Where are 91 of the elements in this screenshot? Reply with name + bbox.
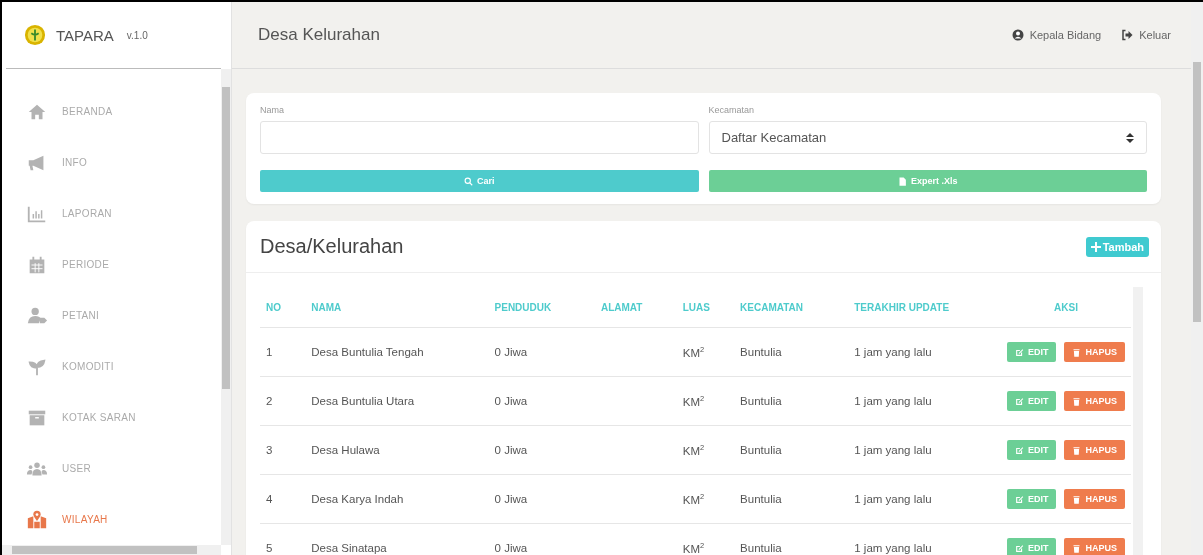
table-cell: 1 jam yang lalu xyxy=(848,474,1001,524)
user-link[interactable]: Kepala Bidang xyxy=(1011,29,1102,41)
table-cell: 1 xyxy=(260,327,306,377)
table-cell: 4 xyxy=(260,474,306,524)
name-field[interactable] xyxy=(260,121,699,154)
user-icon xyxy=(1011,29,1024,41)
column-header: TERAKHIR UPDATE xyxy=(848,287,1001,328)
page-title: Desa Kelurahan xyxy=(258,25,381,45)
search-button[interactable]: Cari xyxy=(260,170,699,192)
table-cell: Buntulia xyxy=(734,425,849,475)
table-cell: KM$^{2}$ xyxy=(676,523,735,555)
delete-button[interactable]: HAPUS xyxy=(1064,538,1125,555)
sidebar-item[interactable]: PETANI xyxy=(2,290,221,341)
sort-caret-icon xyxy=(1126,132,1134,143)
scrollbar[interactable] xyxy=(221,69,231,545)
search-icon xyxy=(464,176,473,186)
add-button[interactable]: Tambah xyxy=(1085,236,1149,257)
table-cell: Desa Sinatapa xyxy=(305,523,489,555)
trash-icon xyxy=(1072,543,1082,553)
table-cell: Buntulia xyxy=(734,474,849,524)
delete-button[interactable]: HAPUS xyxy=(1064,391,1125,411)
district-select[interactable]: Daftar Kecamatan xyxy=(708,121,1147,154)
trash-icon xyxy=(1072,494,1082,504)
sidebar-item[interactable]: USER xyxy=(2,443,221,494)
column-header: LUAS xyxy=(676,287,735,328)
edit-button[interactable]: EDIT xyxy=(1006,489,1057,509)
sidebar-item[interactable]: INFO xyxy=(2,137,221,188)
column-header: AKSI xyxy=(1000,287,1131,328)
delete-button[interactable]: HAPUS xyxy=(1064,342,1125,362)
trash-icon xyxy=(1072,396,1082,406)
field-label: Nama xyxy=(260,105,285,115)
table-cell: Buntulia xyxy=(734,376,849,426)
column-header: PENDUDUK xyxy=(488,287,595,328)
export-button[interactable]: Expert .Xls xyxy=(708,170,1147,192)
table-cell: Desa Buntulia Tengah xyxy=(305,327,489,377)
table-cell: 1 jam yang lalu xyxy=(848,425,1001,475)
logout-link[interactable]: Keluar xyxy=(1121,29,1171,41)
sidebar-item[interactable]: KOMODITI xyxy=(2,341,221,392)
table-cell: 0 Jiwa xyxy=(488,523,595,555)
table-cell: 5 xyxy=(260,523,306,555)
delete-button[interactable]: HAPUS xyxy=(1064,489,1125,509)
table-cell: 1 jam yang lalu xyxy=(848,523,1001,555)
column-header: ALAMAT xyxy=(594,287,677,328)
edit-icon xyxy=(1014,445,1024,455)
scrollbar[interactable] xyxy=(1191,2,1203,555)
app-name: TAPARA xyxy=(56,26,114,44)
sidebar-item[interactable]: WILAYAH xyxy=(2,494,221,545)
table-title: Desa/Kelurahan xyxy=(260,235,404,258)
edit-button[interactable]: EDIT xyxy=(1006,391,1057,411)
table-cell: 1 jam yang lalu xyxy=(848,376,1001,426)
delete-button[interactable]: HAPUS xyxy=(1064,440,1125,460)
edit-icon xyxy=(1014,494,1024,504)
table-cell: 0 Jiwa xyxy=(488,376,595,426)
table-cell: 1 jam yang lalu xyxy=(848,327,1001,377)
table-cell: 0 Jiwa xyxy=(488,474,595,524)
trash-icon xyxy=(1072,347,1082,357)
plus-icon xyxy=(1090,241,1101,252)
table-cell: KM$^{2}$ xyxy=(676,474,735,524)
table-cell: KM$^{2}$ xyxy=(676,425,735,475)
table-cell: 0 Jiwa xyxy=(488,425,595,475)
sidebar-item[interactable]: LAPORAN xyxy=(2,188,221,239)
edit-icon xyxy=(1014,543,1024,553)
table-cell: 0 Jiwa xyxy=(488,327,595,377)
table-cell: Desa Buntulia Utara xyxy=(305,376,489,426)
table-cell: Buntulia xyxy=(734,523,849,555)
table-cell: KM$^{2}$ xyxy=(676,327,735,377)
file-icon xyxy=(898,176,907,186)
map-pin-icon xyxy=(26,508,48,531)
table-cell: 3 xyxy=(260,425,306,475)
edit-button[interactable]: EDIT xyxy=(1006,538,1057,555)
scrollbar[interactable] xyxy=(2,545,221,555)
app-version: v.1.0 xyxy=(126,29,148,41)
logo-icon xyxy=(24,24,46,46)
table-cell: Desa Hulawa xyxy=(305,425,489,475)
table-cell: 2 xyxy=(260,376,306,426)
sign-out-icon xyxy=(1121,29,1134,41)
sidebar-item[interactable]: PERIODE xyxy=(2,239,221,290)
table-cell: Desa Karya Indah xyxy=(305,474,489,524)
column-header: KECAMATAN xyxy=(734,287,849,328)
table-cell: Buntulia xyxy=(734,327,849,377)
edit-button[interactable]: EDIT xyxy=(1006,440,1057,460)
edit-icon xyxy=(1014,347,1024,357)
sidebar-item[interactable]: BERANDA xyxy=(2,86,221,137)
column-header: NAMA xyxy=(305,287,489,328)
column-header: NO xyxy=(260,287,306,328)
table-cell: KM$^{2}$ xyxy=(676,376,735,426)
edit-button[interactable]: EDIT xyxy=(1006,342,1057,362)
trash-icon xyxy=(1072,445,1082,455)
sidebar-item[interactable]: KOTAK SARAN xyxy=(2,392,221,443)
edit-icon xyxy=(1014,396,1024,406)
field-label: Kecamatan xyxy=(708,105,756,115)
